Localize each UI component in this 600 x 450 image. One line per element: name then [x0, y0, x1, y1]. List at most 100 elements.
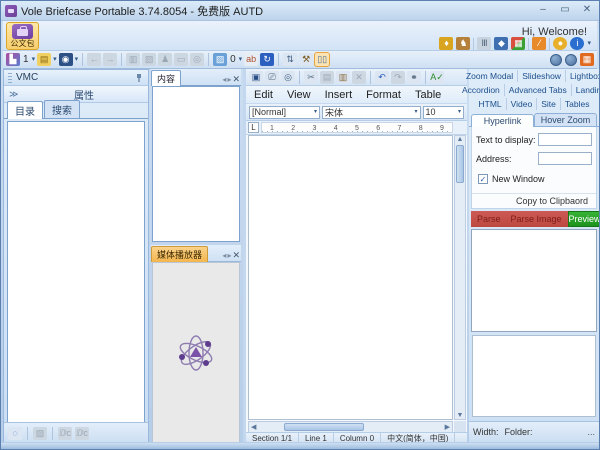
vmc-titlebar[interactable]: VMC — [4, 70, 148, 86]
filter-icon[interactable]: ▨ — [33, 426, 47, 440]
chevron-down-icon[interactable]: ▾ — [75, 53, 79, 66]
redo-icon[interactable]: ↷ — [391, 70, 405, 84]
snapshot-icon[interactable]: ▧ — [142, 53, 157, 66]
menu-format[interactable]: Format — [366, 89, 401, 101]
tab-catalog[interactable]: 目录 — [7, 101, 43, 119]
tab-media-player[interactable]: 媒体播放器 — [151, 246, 209, 262]
print-icon[interactable]: ⎚ — [265, 70, 279, 84]
link-icon[interactable]: ◎ — [190, 53, 205, 66]
tab-landing[interactable]: Landing — [572, 84, 599, 96]
content-area[interactable] — [152, 86, 240, 242]
print-preview-icon[interactable]: ◎ — [281, 70, 295, 84]
find-icon[interactable]: ⚭ — [407, 70, 421, 84]
sync-icon[interactable]: ↻ — [260, 53, 275, 66]
nav-prev-circle-icon[interactable] — [550, 53, 562, 66]
undo-icon[interactable]: ↶ — [375, 70, 389, 84]
library-icon[interactable]: Ⅲ — [477, 37, 492, 50]
scroll-down-icon[interactable]: ▼ — [457, 412, 464, 419]
close-button[interactable]: ✕ — [579, 4, 595, 17]
notes-icon[interactable]: ▤ — [37, 53, 52, 66]
tab-hyperlink[interactable]: Hyperlink — [471, 114, 534, 127]
vertical-scrollbar[interactable]: ▲ ▼ — [454, 135, 466, 420]
document-edit-area[interactable] — [248, 135, 453, 420]
tab-advanced-tabs[interactable]: Advanced Tabs — [505, 84, 572, 96]
shield-icon[interactable]: ◆ — [494, 37, 509, 50]
donate-icon[interactable]: ♞ — [456, 37, 471, 50]
catalog-list[interactable] — [7, 121, 145, 449]
tab-hover-zoom[interactable]: Hover Zoom — [534, 113, 597, 126]
forward-icon[interactable]: → — [103, 53, 118, 66]
tools-icon[interactable]: ⚒ — [299, 53, 314, 66]
chevron-down-icon[interactable]: ▾ — [53, 53, 57, 66]
briefcase-list-icon[interactable]: ▙ — [6, 53, 20, 66]
tab-slideshow[interactable]: Slideshow — [518, 70, 566, 82]
tab-site[interactable]: Site — [537, 98, 561, 110]
ruler[interactable]: 1 2 3 4 5 6 7 8 9 — [261, 122, 453, 133]
text-to-display-input[interactable] — [538, 133, 592, 146]
abc-icon[interactable]: ab — [244, 53, 259, 66]
palette-icon[interactable]: ▦ — [580, 53, 594, 66]
close-tab-icon[interactable]: ✕ — [232, 74, 240, 85]
media-player-area[interactable] — [152, 262, 240, 444]
tab-search[interactable]: 搜索 — [44, 100, 80, 118]
menu-view[interactable]: View — [287, 89, 311, 101]
tab-html[interactable]: HTML — [475, 98, 507, 110]
style-combobox[interactable]: [Normal] ▾ — [249, 105, 320, 119]
pin-icon[interactable] — [134, 73, 144, 83]
tab-accordion[interactable]: Accordion — [458, 84, 505, 96]
tab-lightbox[interactable]: Lightbox — [566, 70, 599, 82]
parse-button[interactable]: Parse — [477, 214, 501, 224]
collapse-chevron-icon[interactable]: ≫ — [9, 89, 25, 100]
tab-tables[interactable]: Tables — [561, 98, 594, 110]
new-window-checkbox[interactable]: ✓ — [478, 174, 488, 184]
tab-zoom-modal[interactable]: Zoom Modal — [462, 70, 519, 82]
scroll-right-icon[interactable]: ▶ — [443, 423, 452, 431]
delete-icon[interactable]: ✕ — [352, 70, 366, 84]
folder-icon[interactable]: ▭ — [174, 53, 189, 66]
briefcase-button[interactable]: 公文包 — [6, 22, 39, 50]
award-icon[interactable]: ♦ — [439, 37, 454, 50]
preview-box[interactable] — [472, 335, 596, 417]
view-eye-icon[interactable]: ◉ — [58, 53, 73, 66]
cut-icon[interactable]: ✂ — [304, 70, 318, 84]
info-icon[interactable]: i — [570, 37, 585, 50]
result-box[interactable] — [471, 229, 597, 332]
tabstop-selector[interactable]: L — [248, 122, 259, 133]
layout-columns-icon[interactable]: ▯▯ — [314, 52, 331, 67]
tab-scroll-left-icon[interactable]: ◂ — [222, 75, 226, 84]
chevron-down-icon[interactable]: ▾ — [239, 53, 243, 66]
clock-icon[interactable]: ● — [553, 37, 568, 50]
user-icon[interactable]: ♟ — [158, 53, 173, 66]
images-icon[interactable]: ▨ — [213, 53, 228, 66]
maximize-button[interactable]: ▭ — [557, 4, 573, 17]
copy-to-clipboard-button[interactable]: Copy to Clipbaord — [472, 193, 596, 208]
scroll-up-icon[interactable]: ▲ — [457, 136, 464, 143]
chevron-down-icon[interactable]: ▾ — [32, 53, 36, 66]
windows-icon[interactable]: ▦ — [511, 37, 526, 50]
nav-next-circle-icon[interactable] — [565, 53, 577, 66]
fontsize-combobox[interactable]: 10 ▾ — [422, 105, 464, 119]
scroll-left-icon[interactable]: ◀ — [249, 423, 258, 431]
copy-icon[interactable]: ▤ — [320, 70, 334, 84]
export-icon[interactable]: ▥ — [126, 53, 141, 66]
tab-content[interactable]: 内容 — [151, 70, 182, 86]
more-button[interactable]: ... — [587, 427, 595, 437]
preview-button[interactable]: Preview — [567, 211, 599, 227]
spellcheck-icon[interactable]: A✓ — [430, 70, 444, 84]
close-tab-icon[interactable]: ✕ — [232, 250, 240, 261]
paste-icon[interactable]: ▥ — [336, 70, 350, 84]
tab-video[interactable]: Video — [507, 98, 538, 110]
font-combobox[interactable]: 宋体 ▾ — [321, 105, 421, 119]
locate-icon[interactable]: ◌ — [8, 426, 22, 440]
menu-table[interactable]: Table — [415, 89, 441, 101]
chevron-down-icon[interactable]: ▾ — [587, 37, 591, 50]
address-input[interactable] — [538, 152, 592, 165]
sort-icon[interactable]: ⇅ — [283, 53, 298, 66]
scroll-thumb[interactable] — [284, 423, 365, 431]
save-icon[interactable]: ▣ — [249, 70, 263, 84]
tab-scroll-right-icon[interactable]: ▸ — [227, 75, 231, 84]
minimize-button[interactable]: – — [535, 4, 551, 17]
dictionary-alt-icon[interactable]: ⅅc — [75, 426, 89, 440]
tab-scroll-left-icon[interactable]: ◂ — [222, 251, 226, 260]
menu-edit[interactable]: Edit — [254, 89, 273, 101]
